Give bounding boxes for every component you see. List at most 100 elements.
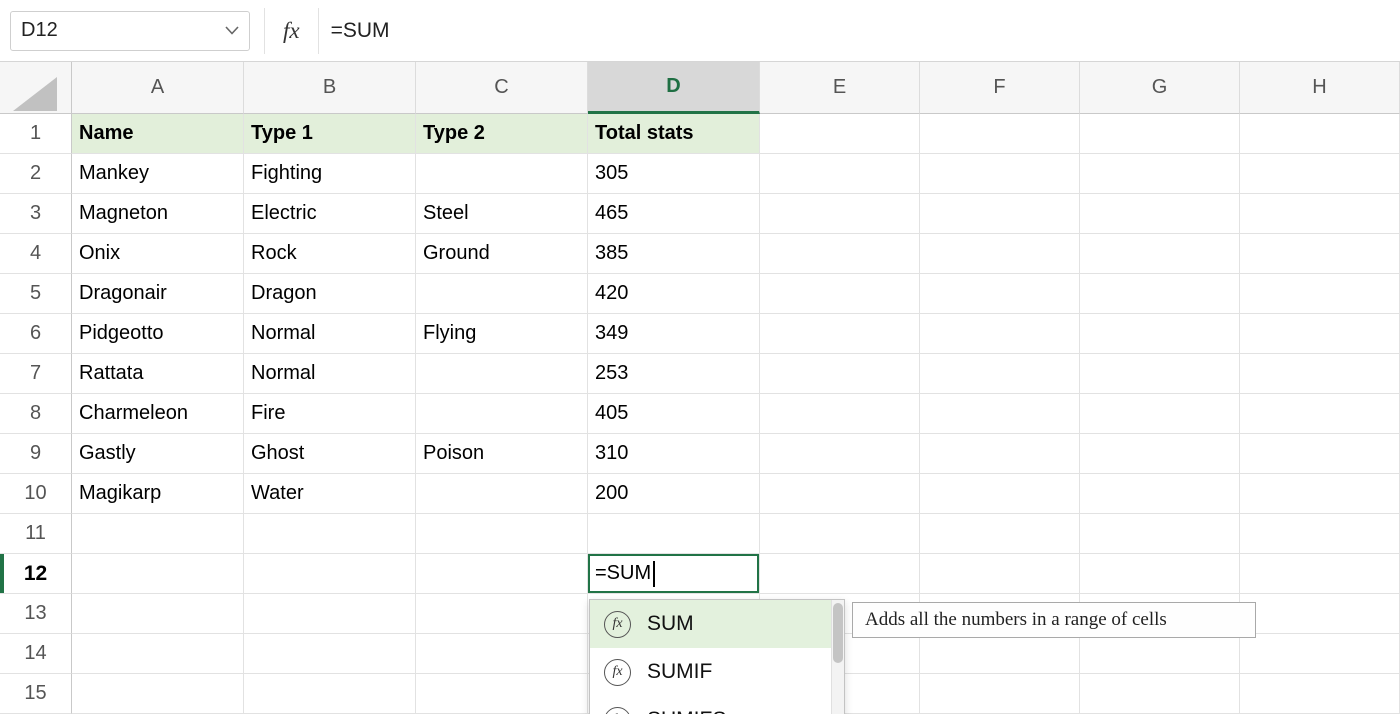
column-header-B[interactable]: B xyxy=(244,62,416,114)
row-header-10[interactable]: 10 xyxy=(0,474,72,514)
cell-B8[interactable]: Fire xyxy=(244,394,416,434)
cell-E11[interactable] xyxy=(760,514,920,554)
cell-G8[interactable] xyxy=(1080,394,1240,434)
cell-G7[interactable] xyxy=(1080,354,1240,394)
cell-C9[interactable]: Poison xyxy=(416,434,588,474)
cell-A12[interactable] xyxy=(72,554,244,594)
cell-G6[interactable] xyxy=(1080,314,1240,354)
cell-G1[interactable] xyxy=(1080,114,1240,154)
cell-E5[interactable] xyxy=(760,274,920,314)
row-header-15[interactable]: 15 xyxy=(0,674,72,714)
cell-C11[interactable] xyxy=(416,514,588,554)
cell-H7[interactable] xyxy=(1240,354,1400,394)
column-header-H[interactable]: H xyxy=(1240,62,1400,114)
cell-E7[interactable] xyxy=(760,354,920,394)
cell-H14[interactable] xyxy=(1240,634,1400,674)
cell-E12[interactable] xyxy=(760,554,920,594)
cell-H10[interactable] xyxy=(1240,474,1400,514)
cell-D5[interactable]: 420 xyxy=(588,274,760,314)
cell-D11[interactable] xyxy=(588,514,760,554)
cell-C10[interactable] xyxy=(416,474,588,514)
cell-C7[interactable] xyxy=(416,354,588,394)
column-header-G[interactable]: G xyxy=(1080,62,1240,114)
cell-H13[interactable] xyxy=(1240,594,1400,634)
dropdown-scrollbar[interactable] xyxy=(831,600,844,714)
cell-H9[interactable] xyxy=(1240,434,1400,474)
cell-B14[interactable] xyxy=(244,634,416,674)
column-header-E[interactable]: E xyxy=(760,62,920,114)
select-all-button[interactable] xyxy=(0,62,72,114)
row-header-13[interactable]: 13 xyxy=(0,594,72,634)
autocomplete-item-sumif[interactable]: fx SUMIF xyxy=(590,648,831,696)
cell-B11[interactable] xyxy=(244,514,416,554)
column-header-C[interactable]: C xyxy=(416,62,588,114)
cell-A11[interactable] xyxy=(72,514,244,554)
cell-G9[interactable] xyxy=(1080,434,1240,474)
row-header-6[interactable]: 6 xyxy=(0,314,72,354)
cell-D10[interactable]: 200 xyxy=(588,474,760,514)
cell-H4[interactable] xyxy=(1240,234,1400,274)
cell-E10[interactable] xyxy=(760,474,920,514)
column-header-D[interactable]: D xyxy=(588,62,760,114)
cell-D8[interactable]: 405 xyxy=(588,394,760,434)
cell-H12[interactable] xyxy=(1240,554,1400,594)
cell-E1[interactable] xyxy=(760,114,920,154)
cell-A15[interactable] xyxy=(72,674,244,714)
cell-H1[interactable] xyxy=(1240,114,1400,154)
cell-C5[interactable] xyxy=(416,274,588,314)
cell-F3[interactable] xyxy=(920,194,1080,234)
cell-E9[interactable] xyxy=(760,434,920,474)
insert-function-button[interactable]: fx xyxy=(264,8,319,54)
cell-C13[interactable] xyxy=(416,594,588,634)
cell-E8[interactable] xyxy=(760,394,920,434)
row-header-1[interactable]: 1 xyxy=(0,114,72,154)
row-header-14[interactable]: 14 xyxy=(0,634,72,674)
chevron-down-icon[interactable] xyxy=(225,26,239,35)
scrollbar-thumb[interactable] xyxy=(833,603,843,663)
cell-F9[interactable] xyxy=(920,434,1080,474)
cell-G15[interactable] xyxy=(1080,674,1240,714)
cell-F1[interactable] xyxy=(920,114,1080,154)
cell-B3[interactable]: Electric xyxy=(244,194,416,234)
cell-F12[interactable] xyxy=(920,554,1080,594)
formula-bar-input[interactable]: =SUM xyxy=(319,19,1400,43)
cell-H5[interactable] xyxy=(1240,274,1400,314)
cell-A13[interactable] xyxy=(72,594,244,634)
cell-F6[interactable] xyxy=(920,314,1080,354)
cell-F2[interactable] xyxy=(920,154,1080,194)
cell-C12[interactable] xyxy=(416,554,588,594)
row-header-7[interactable]: 7 xyxy=(0,354,72,394)
cell-B1[interactable]: Type 1 xyxy=(244,114,416,154)
cell-E3[interactable] xyxy=(760,194,920,234)
row-header-5[interactable]: 5 xyxy=(0,274,72,314)
column-header-F[interactable]: F xyxy=(920,62,1080,114)
cell-A6[interactable]: Pidgeotto xyxy=(72,314,244,354)
cell-F8[interactable] xyxy=(920,394,1080,434)
row-header-12[interactable]: 12 xyxy=(0,554,72,594)
row-header-8[interactable]: 8 xyxy=(0,394,72,434)
cell-D6[interactable]: 349 xyxy=(588,314,760,354)
row-header-11[interactable]: 11 xyxy=(0,514,72,554)
cell-G11[interactable] xyxy=(1080,514,1240,554)
row-header-3[interactable]: 3 xyxy=(0,194,72,234)
cell-C15[interactable] xyxy=(416,674,588,714)
cell-G14[interactable] xyxy=(1080,634,1240,674)
cell-H8[interactable] xyxy=(1240,394,1400,434)
cell-A2[interactable]: Mankey xyxy=(72,154,244,194)
cell-A9[interactable]: Gastly xyxy=(72,434,244,474)
cell-G5[interactable] xyxy=(1080,274,1240,314)
cell-B15[interactable] xyxy=(244,674,416,714)
cell-C4[interactable]: Ground xyxy=(416,234,588,274)
cell-B9[interactable]: Ghost xyxy=(244,434,416,474)
row-header-4[interactable]: 4 xyxy=(0,234,72,274)
autocomplete-item-sum[interactable]: fx SUM xyxy=(590,600,831,648)
cell-A1[interactable]: Name xyxy=(72,114,244,154)
cell-C8[interactable] xyxy=(416,394,588,434)
cell-G10[interactable] xyxy=(1080,474,1240,514)
cell-B13[interactable] xyxy=(244,594,416,634)
cell-H2[interactable] xyxy=(1240,154,1400,194)
cell-D4[interactable]: 385 xyxy=(588,234,760,274)
cell-A10[interactable]: Magikarp xyxy=(72,474,244,514)
cell-G4[interactable] xyxy=(1080,234,1240,274)
cell-E4[interactable] xyxy=(760,234,920,274)
